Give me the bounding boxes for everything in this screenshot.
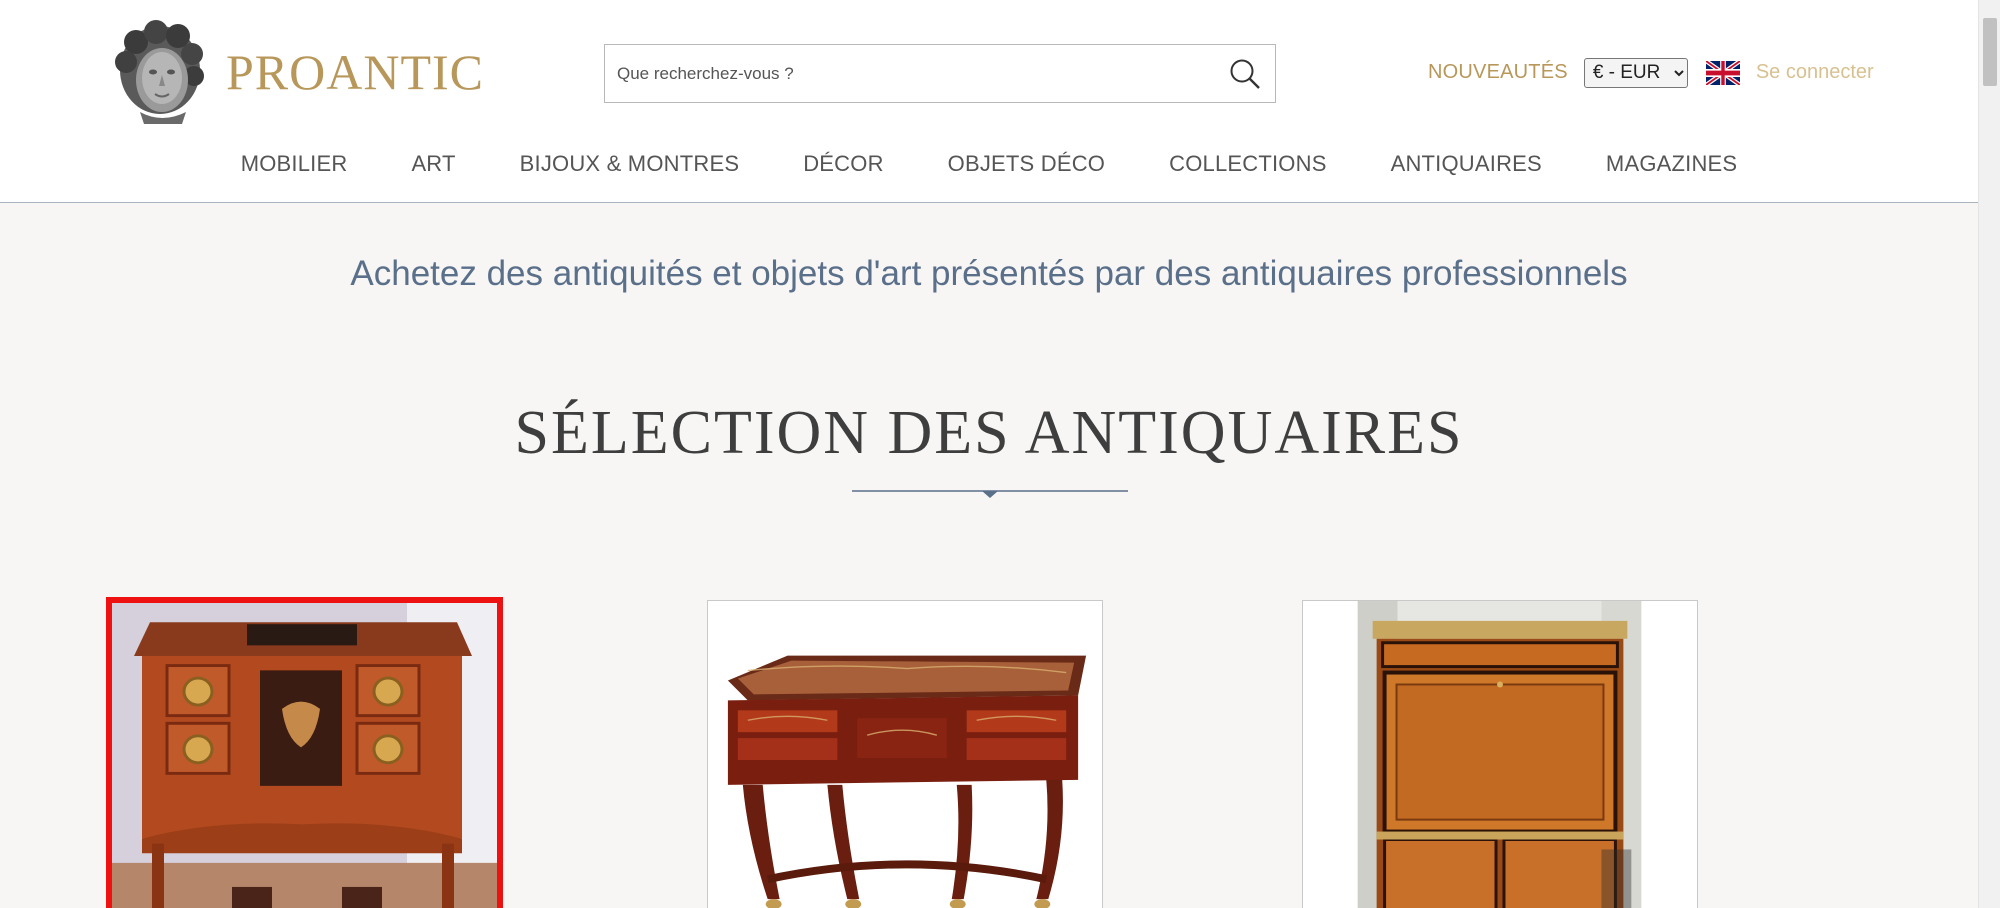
search-icon xyxy=(1230,59,1260,89)
logo-link[interactable]: PROANTIC xyxy=(110,20,484,124)
marquetry-commode-image xyxy=(112,603,497,908)
product-card-desk[interactable] xyxy=(707,600,1103,908)
new-arrivals-link[interactable]: NOUVEAUTÉS xyxy=(1428,61,1568,84)
nav-item-antiquaires[interactable]: ANTIQUAIRES xyxy=(1359,145,1574,183)
header-utilities: NOUVEAUTÉS € - EUR Se connecter xyxy=(1428,56,1874,89)
page-tagline: Achetez des antiquités et objets d'art p… xyxy=(350,254,1628,293)
nav-item-bijoux-montres[interactable]: BIJOUX & MONTRES xyxy=(488,145,772,183)
search-button[interactable] xyxy=(1215,45,1275,102)
uk-flag-icon[interactable] xyxy=(1705,60,1740,85)
boulle-desk-image xyxy=(708,601,1102,908)
page-scrollbar[interactable] xyxy=(1978,0,2000,908)
brand-name: PROANTIC xyxy=(226,44,485,100)
nav-item-magazines[interactable]: MAGAZINES xyxy=(1574,145,1769,183)
nav-item-collections[interactable]: COLLECTIONS xyxy=(1137,145,1358,183)
nav-item-mobilier[interactable]: MOBILIER xyxy=(209,145,380,183)
product-card-commode[interactable] xyxy=(106,597,503,908)
nav-item-objets-deco[interactable]: OBJETS DÉCO xyxy=(916,145,1137,183)
search-input[interactable] xyxy=(605,45,1215,102)
main-nav: MOBILIER ART BIJOUX & MONTRES DÉCOR OBJE… xyxy=(0,145,1978,183)
secretaire-cabinet-image xyxy=(1303,601,1697,908)
currency-select[interactable]: € - EUR xyxy=(1583,57,1688,88)
bust-logo-icon xyxy=(115,20,204,124)
title-divider xyxy=(852,490,1128,498)
scrollbar-thumb[interactable] xyxy=(1983,18,1997,86)
product-card-secretaire[interactable] xyxy=(1302,600,1698,908)
section-title: SÉLECTION DES ANTIQUAIRES xyxy=(514,399,1464,467)
nav-item-art[interactable]: ART xyxy=(379,145,487,183)
login-link[interactable]: Se connecter xyxy=(1756,61,1874,84)
site-header: PROANTIC NOUVEAUTÉS € - EUR Se connecter… xyxy=(0,0,1978,203)
nav-item-decor[interactable]: DÉCOR xyxy=(771,145,915,183)
search-bar xyxy=(604,44,1276,103)
